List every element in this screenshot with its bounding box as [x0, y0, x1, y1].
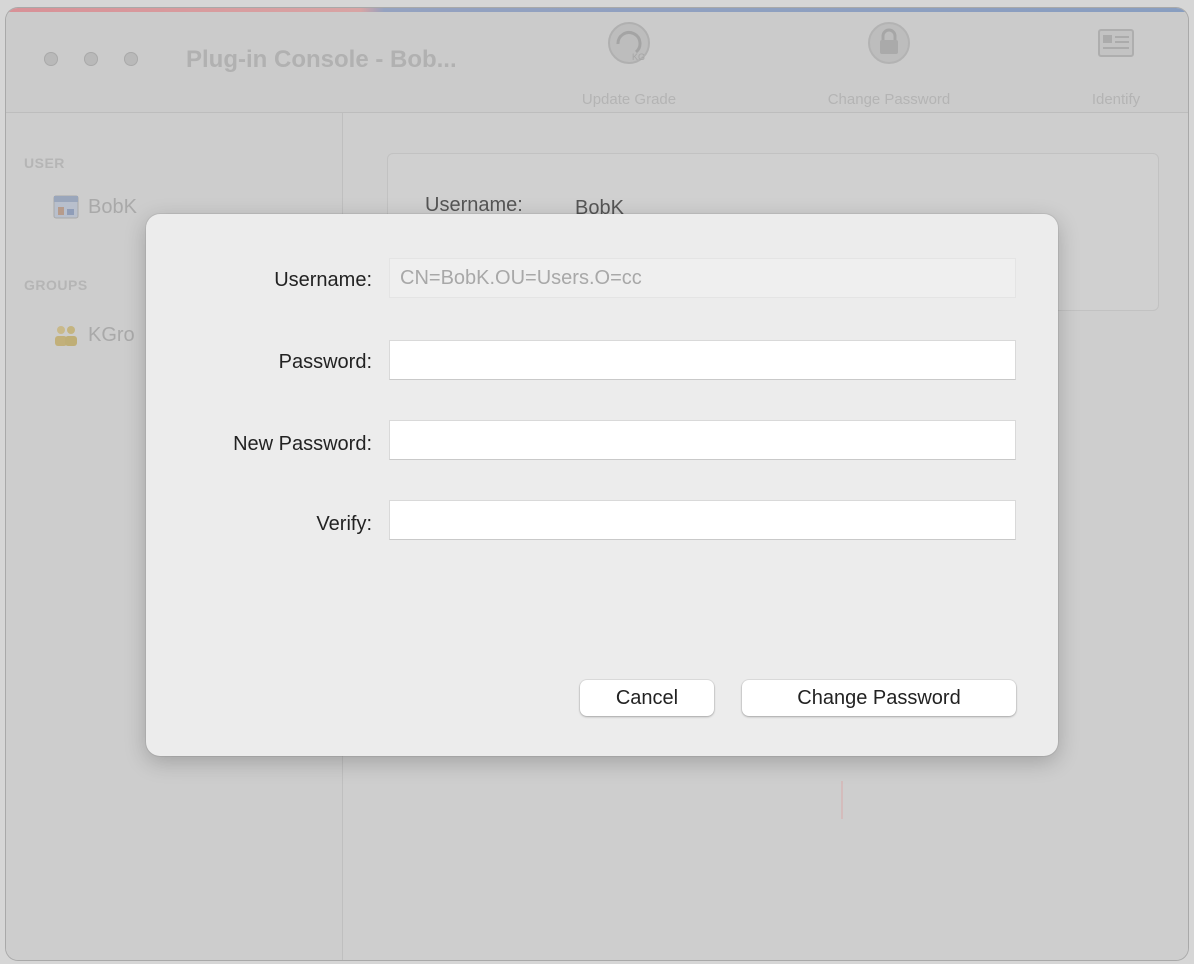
sidebar-item-group-label: KGro: [88, 323, 135, 346]
change-password-dialog: Username: Password: New Password: Verify…: [146, 214, 1058, 756]
group-icon: [55, 326, 77, 346]
dialog-cancel-button[interactable]: Cancel: [580, 680, 714, 716]
lock-icon: [868, 22, 910, 64]
dialog-new-password-field[interactable]: [389, 420, 1016, 460]
toolbar-update-grade-button[interactable]: KG Update Grade: [554, 20, 704, 108]
svg-text:KG: KG: [632, 52, 645, 62]
dialog-username-label: Username:: [274, 269, 372, 291]
toolbar-identify-button[interactable]: Identify: [1070, 20, 1162, 108]
window-toolbar: Plug-in Console - Bob... KG Update Grade…: [6, 8, 1188, 113]
toolbar-change-password-label: Change Password: [827, 91, 951, 108]
faint-marker: [841, 781, 843, 819]
update-icon: KG: [608, 22, 650, 64]
dialog-password-field[interactable]: [389, 340, 1016, 380]
dialog-verify-label: Verify:: [316, 513, 372, 535]
minimize-window-button[interactable]: [84, 52, 98, 66]
dialog-password-label: Password:: [278, 351, 372, 373]
toolbar-identify-label: Identify: [1091, 91, 1141, 108]
dialog-change-password-button[interactable]: Change Password: [742, 680, 1016, 716]
toolbar-change-password-button[interactable]: Change Password: [794, 20, 984, 108]
titlebar-accent: [6, 8, 1188, 12]
sidebar-item-user[interactable]: BobK: [52, 193, 137, 221]
sidebar-item-group[interactable]: KGro: [52, 321, 135, 349]
sidebar-user-section-title: USER: [24, 155, 65, 171]
sidebar-groups-section-title: GROUPS: [24, 277, 88, 293]
close-window-button[interactable]: [44, 52, 58, 66]
id-card-icon: [1098, 29, 1134, 57]
window-title: Plug-in Console - Bob...: [186, 46, 457, 73]
dialog-new-password-label: New Password:: [233, 433, 372, 455]
dialog-username-field: [389, 258, 1016, 298]
toolbar-update-grade-label: Update Grade: [581, 91, 677, 108]
user-icon: [53, 195, 79, 219]
dialog-verify-field[interactable]: [389, 500, 1016, 540]
zoom-window-button[interactable]: [124, 52, 138, 66]
sidebar-item-user-label: BobK: [88, 195, 137, 218]
